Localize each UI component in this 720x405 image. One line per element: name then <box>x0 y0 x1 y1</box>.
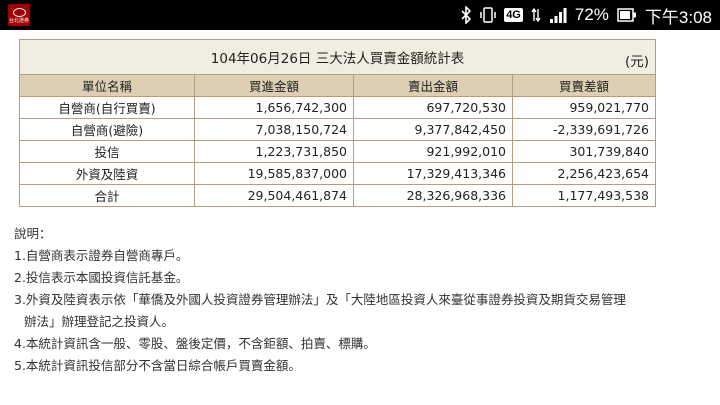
row-name: 外資及陸資 <box>19 162 195 185</box>
note-item: 辦法」辦理登記之投資人。 <box>24 314 175 329</box>
row-buy: 1,223,731,850 <box>194 140 354 163</box>
column-header-name: 單位名稱 <box>19 74 195 97</box>
app-notification-icon: 台北證券 <box>8 4 30 26</box>
row-name: 自營商(避險) <box>19 118 195 141</box>
row-diff: 1,177,493,538 <box>512 184 656 207</box>
note-item: 5.本統計資訊投信部分不含當日綜合帳戶買賣金額。 <box>14 358 301 373</box>
row-diff: 959,021,770 <box>512 96 656 119</box>
row-buy: 7,038,150,724 <box>194 118 354 141</box>
data-transfer-icon <box>531 6 541 24</box>
app-icon-label: 台北證券 <box>8 18 29 24</box>
row-name: 自營商(自行買賣) <box>19 96 195 119</box>
column-header-sell: 賣出金額 <box>353 74 513 97</box>
row-buy: 1,656,742,300 <box>194 96 354 119</box>
row-diff: 301,739,840 <box>512 140 656 163</box>
table-title-cell: 104年06月26日 三大法人買賣金額統計表 (元) <box>19 39 656 75</box>
note-item: 3.外資及陸資表示依「華僑及外國人投資證券管理辦法」及「大陸地區投資人來臺從事證… <box>14 292 626 307</box>
network-type-badge: 4G <box>504 8 523 22</box>
vibrate-icon <box>480 6 496 24</box>
table-title-row: 104年06月26日 三大法人買賣金額統計表 (元) <box>19 39 656 75</box>
table-title: 104年06月26日 三大法人買賣金額統計表 <box>210 51 465 67</box>
row-sell: 28,326,968,336 <box>353 184 513 207</box>
row-sell: 17,329,413,346 <box>353 162 513 185</box>
notes-heading: 說明： <box>14 226 52 241</box>
row-buy: 19,585,837,000 <box>194 162 354 185</box>
row-buy: 29,504,461,874 <box>194 184 354 207</box>
battery-percent: 72% <box>574 5 609 24</box>
table-row: 外資及陸資 19,585,837,000 17,329,413,346 2,25… <box>19 162 656 185</box>
note-item: 1.自營商表示證券自營商專戶。 <box>14 248 189 263</box>
table-row: 投信 1,223,731,850 921,992,010 301,739,840 <box>19 140 656 163</box>
page-content: 104年06月26日 三大法人買賣金額統計表 (元) 單位名稱 買進金額 賣出金… <box>0 30 720 405</box>
note-item: 4.本統計資訊含一般、零股、盤後定價，不含鉅額、拍賣、標購。 <box>14 336 376 351</box>
row-name: 合計 <box>19 184 195 207</box>
table-row: 自營商(自行買賣) 1,656,742,300 697,720,530 959,… <box>19 96 656 119</box>
table-unit: (元) <box>624 54 649 70</box>
row-diff: 2,256,423,654 <box>512 162 656 185</box>
table-row: 自營商(避險) 7,038,150,724 9,377,842,450 -2,3… <box>19 118 656 141</box>
app-logo-icon <box>13 8 26 17</box>
row-sell: 697,720,530 <box>353 96 513 119</box>
table-header-row: 單位名稱 買進金額 賣出金額 買賣差額 <box>19 74 656 97</box>
column-header-buy: 買進金額 <box>194 74 354 97</box>
row-name: 投信 <box>19 140 195 163</box>
signal-strength-icon <box>549 6 567 24</box>
row-sell: 9,377,842,450 <box>353 118 513 141</box>
row-diff: -2,339,691,726 <box>512 118 656 141</box>
row-sell: 921,992,010 <box>353 140 513 163</box>
column-header-diff: 買賣差額 <box>512 74 656 97</box>
status-bar: 台北證券 4G 72% 下午3:08 <box>0 0 720 30</box>
note-item: 2.投信表示本國投資信託基金。 <box>14 270 189 285</box>
clock: 下午3:08 <box>644 7 712 27</box>
institutional-trading-table: 104年06月26日 三大法人買賣金額統計表 (元) 單位名稱 買進金額 賣出金… <box>19 39 656 207</box>
battery-icon <box>617 8 637 22</box>
bluetooth-icon <box>460 6 472 24</box>
notes-section: 說明： 1.自營商表示證券自營商專戶。 2.投信表示本國投資信託基金。 3.外資… <box>14 223 704 377</box>
table-row-total: 合計 29,504,461,874 28,326,968,336 1,177,4… <box>19 184 656 207</box>
